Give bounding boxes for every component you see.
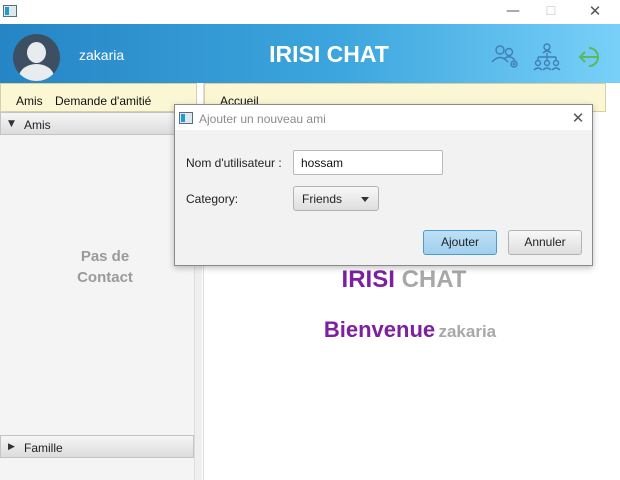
close-icon[interactable]: ✕ <box>567 107 589 129</box>
username-label: Nom d'utilisateur : <box>186 156 282 170</box>
username-input[interactable] <box>293 150 443 175</box>
current-username: zakaria <box>79 47 125 63</box>
welcome-word: Bienvenue <box>323 317 436 342</box>
tab-amis[interactable]: Amis <box>16 94 43 108</box>
category-select[interactable]: Friends <box>293 186 379 211</box>
dropdown-arrow-icon <box>361 197 369 202</box>
empty-contacts-message: Pas de Contact <box>77 248 133 286</box>
sidebar-tabbar: Amis Demande d'amitié <box>0 83 197 112</box>
window-titlebar: — ☐ ✕ <box>0 0 620 24</box>
brand-part2: CHAT <box>401 266 467 293</box>
dialog-window-icon <box>179 112 193 124</box>
avatar-body-shape <box>19 64 54 81</box>
add-friend-button[interactable]: Ajouter <box>423 230 497 255</box>
avatar-head-shape <box>27 42 46 63</box>
cancel-button[interactable]: Annuler <box>508 230 582 255</box>
app-header: zakaria IRISI CHAT <box>0 24 620 83</box>
chevron-right-icon: ▶ <box>8 442 15 452</box>
avatar[interactable] <box>13 34 60 81</box>
dialog-title: Ajouter un nouveau ami <box>199 112 326 126</box>
network-icon[interactable] <box>530 42 564 72</box>
app-window-icon <box>3 5 17 17</box>
section-amis-label: Amis <box>24 118 51 132</box>
minimize-button[interactable]: — <box>496 0 530 24</box>
maximize-button[interactable]: ☐ <box>534 0 568 24</box>
add-friend-dialog: Ajouter un nouveau ami ✕ Nom d'utilisate… <box>174 104 593 266</box>
app-title: IRISI CHAT <box>269 41 389 67</box>
brand-title: IRISI CHAT <box>304 266 504 294</box>
users-icon[interactable] <box>488 42 522 72</box>
tab-friend-requests[interactable]: Demande d'amitié <box>55 94 151 108</box>
dialog-titlebar: Ajouter un nouveau ami ✕ <box>175 105 592 130</box>
section-amis-header[interactable]: ▼ Amis <box>0 112 194 135</box>
category-label: Category: <box>186 192 239 206</box>
category-selected-value: Friends <box>302 192 343 206</box>
brand-part1: IRISI <box>341 266 395 293</box>
section-famille-header[interactable]: ▶ Famille <box>0 435 194 458</box>
chevron-down-icon: ▼ <box>8 119 15 129</box>
contacts-panel <box>0 112 197 480</box>
welcome-message: Bienvenue zakaria <box>250 317 570 343</box>
section-famille-label: Famille <box>24 441 63 455</box>
close-window-button[interactable]: ✕ <box>578 0 612 24</box>
logout-icon[interactable] <box>574 42 608 72</box>
welcome-username: zakaria <box>438 322 497 341</box>
